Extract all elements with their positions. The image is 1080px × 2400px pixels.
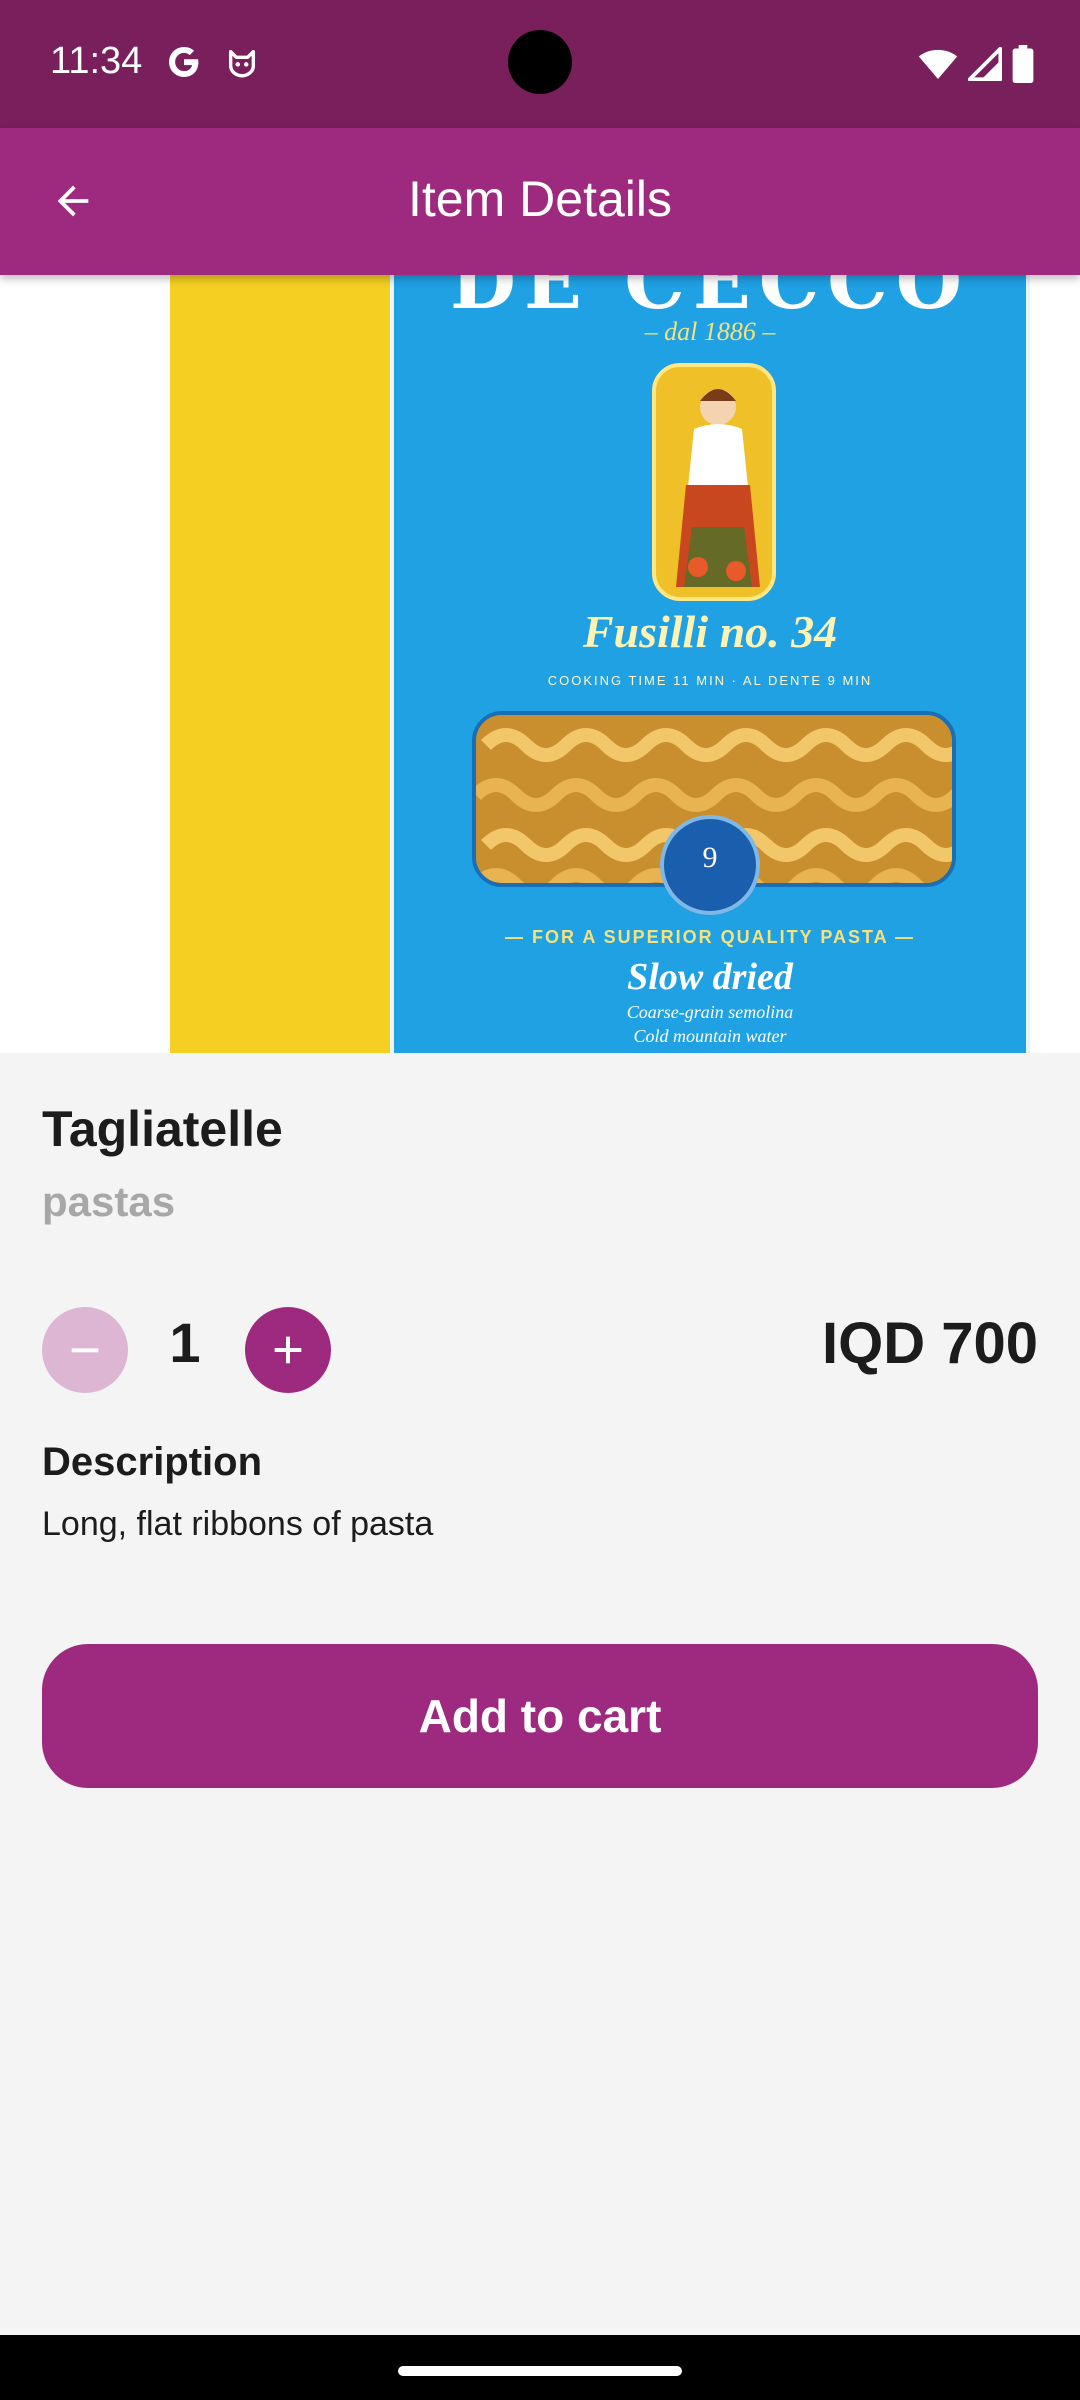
status-time: 11:34 [50, 40, 143, 82]
box-ingredient-1: Coarse-grain semolina [626, 1002, 794, 1022]
description-heading: Description [42, 1440, 263, 1484]
cell-signal-icon [968, 47, 1002, 81]
app-bar: Item Details [0, 128, 1080, 275]
box-slow-dried: Slow dried [627, 956, 793, 998]
wifi-icon [918, 49, 958, 79]
front-camera [508, 30, 572, 94]
description-text: Long, flat ribbons of pasta [42, 1505, 434, 1543]
minus-icon [71, 1348, 99, 1353]
item-price: IQD 700 [822, 1311, 1038, 1376]
pasta-box-front: DE CECCO – dal 1886 – Fusilli no. 34 COO… [390, 275, 1030, 1053]
google-g-icon [169, 47, 199, 77]
page-title: Item Details [408, 171, 672, 227]
increment-button[interactable] [245, 1307, 331, 1393]
box-cooking-badge: 9 [660, 815, 760, 915]
item-category: pastas [42, 1178, 176, 1225]
battery-icon [1012, 45, 1034, 83]
quantity-value: 1 [169, 1311, 201, 1374]
status-bar: 11:34 [0, 0, 1080, 128]
add-to-cart-button[interactable]: Add to cart [42, 1644, 1038, 1788]
box-tagline: — FOR A SUPERIOR QUALITY PASTA — [504, 927, 916, 947]
plus-icon [274, 1336, 302, 1364]
pasta-box-border: DE CECCO – dal 1886 – Fusilli no. 34 COO… [170, 275, 1030, 1053]
box-illustration [652, 363, 776, 601]
box-cooking-time: COOKING TIME 11 MIN · AL DENTE 9 MIN [547, 673, 873, 688]
status-right-icons [918, 44, 1034, 84]
item-details-screen: 11:34 Item Details DE CECCO – dal 1886 –… [0, 0, 1080, 2400]
decrement-button[interactable] [42, 1307, 128, 1393]
home-gesture-handle[interactable] [398, 2366, 682, 2376]
box-ingredient-2: Cold mountain water [633, 1026, 787, 1046]
cat-notification-icon [228, 49, 256, 78]
item-name: Tagliatelle [42, 1101, 283, 1157]
box-product-name: Fusilli no. 34 [582, 606, 838, 657]
box-since-text: – dal 1886 – [644, 317, 776, 346]
product-image: DE CECCO – dal 1886 – Fusilli no. 34 COO… [0, 275, 1080, 1053]
